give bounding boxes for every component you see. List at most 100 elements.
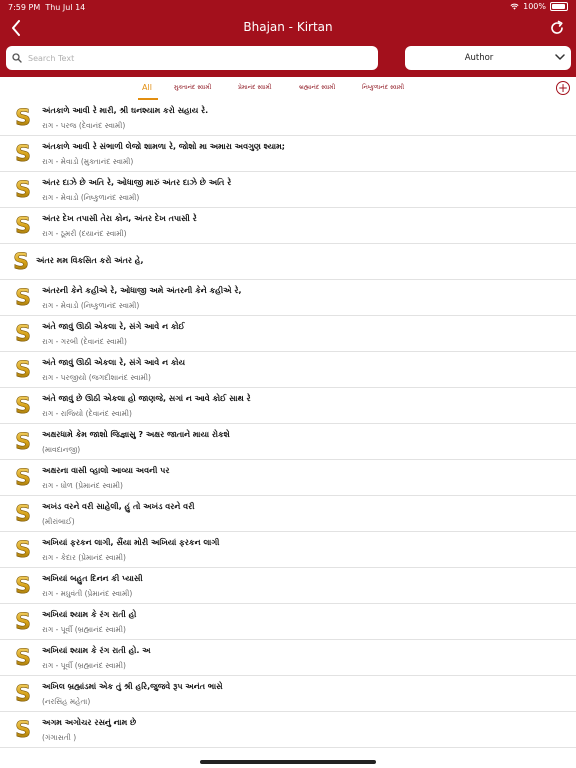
svg-text:S: S <box>15 539 31 561</box>
item-subtitle: રાગ - પરજ (દેવાનંદ સ્વામી) <box>42 121 126 130</box>
author-dropdown[interactable]: Author <box>405 46 571 70</box>
tab-premanand[interactable]: પ્રેમાનંદ સ્વામી <box>238 84 271 92</box>
s-logo-icon: S <box>12 502 34 526</box>
svg-text:S: S <box>15 431 31 453</box>
list-item[interactable]: S અખંડ વરને વરી સાહેલી, હું તો અખંડ વરને … <box>0 496 576 532</box>
svg-text:S: S <box>15 683 31 705</box>
status-bar: 7:59 PM Thu Jul 14 100% <box>0 0 576 14</box>
list-item[interactable]: S અખિયાં ફરકન લાગી, સૈંયા મોરી અખિયાં ફરક… <box>0 532 576 568</box>
search-box[interactable] <box>6 46 378 70</box>
item-title: અખંડ વરને વરી સાહેલી, હું તો અખંડ વરને વ… <box>42 502 195 511</box>
list-item[interactable]: S અક્ષરના વાસી વ્હાલો આવ્યા અવની પર રાગ - … <box>0 460 576 496</box>
list-item[interactable]: S અંતરની કેને કહીએ રે, ઓધાજી અમે અંતરની ક… <box>0 280 576 316</box>
status-clock: 7:59 PM <box>8 3 41 12</box>
item-title: અગમ અગોચર રસનું નામ છે <box>42 718 137 727</box>
item-title: અંતે જાવું ઊઠી એકલા રે, સંગે આવે ન કોઈ <box>42 322 185 331</box>
svg-text:S: S <box>15 611 31 633</box>
item-title: અક્ષરના વાસી વ્હાલો આવ્યા અવની પર <box>42 466 170 475</box>
s-logo-icon: S <box>12 610 34 634</box>
svg-text:S: S <box>15 719 31 741</box>
tab-all[interactable]: All <box>142 83 152 92</box>
item-title: અંતે જાવું ઊઠી એકલા રે, સંગે આવે ન કોય <box>42 358 186 367</box>
s-logo-icon: S <box>12 106 34 130</box>
list-item[interactable]: S અંતર દાઝે છે અતિ રે, ઓધાજી મારું અંતર દ… <box>0 172 576 208</box>
item-title: અંતકાળે આવી રે સંભાળી લેજો શામળા રે, જોશ… <box>42 142 285 151</box>
item-subtitle: (નરસિંહ મહેતા) <box>42 697 91 706</box>
plus-icon: + <box>557 81 569 95</box>
list-item[interactable]: S અંતર મમ વિકસિત કરો અંતર હે, <box>0 244 576 280</box>
list-item[interactable]: S અખિયાં શ્યામ કે રંગ રાતી હો. અ રાગ - પૂર… <box>0 640 576 676</box>
page-title: Bhajan - Kirtan <box>243 20 333 34</box>
item-subtitle: રાગ - પૂર્વી (બ્રહ્માનંદ સ્વામી) <box>42 661 126 670</box>
item-subtitle: રાગ - ધોળ (પ્રેમાનંદ સ્વામી) <box>42 481 123 490</box>
svg-text:S: S <box>15 647 31 669</box>
svg-text:S: S <box>15 143 31 165</box>
s-logo-icon: S <box>12 574 34 598</box>
battery-icon <box>550 2 568 11</box>
home-indicator <box>200 760 376 764</box>
item-subtitle: રાગ - મેવાડો (મુક્તાનંદ સ્વામી) <box>42 157 134 166</box>
tab-brahmanand[interactable]: બ્રહ્માનંદ સ્વામી <box>299 84 335 92</box>
tab-nishkulanand[interactable]: નિષ્કુળાનંદ સ્વામી <box>362 84 404 92</box>
s-logo-icon: S <box>12 646 34 670</box>
item-title: અંતે જાવું છે ઊઠી એકલા હો જાણજે, સગાં ન … <box>42 394 251 403</box>
svg-text:S: S <box>15 215 31 237</box>
item-subtitle: રાગ - મેવાડો (નિષ્કુળાનંદ સ્વામી) <box>42 193 140 202</box>
item-subtitle: રાગ - પરજીયો (જગદીશાનંદ સ્વામી) <box>42 373 151 382</box>
s-logo-icon: S <box>10 250 32 274</box>
bhajan-list: S અંતકાળે આવી રે મારી, શ્રી ઘનશ્યામ કરો સ… <box>0 100 576 768</box>
item-title: અંતર દેખ તપાસી તેરા કોન, અંતર દેખ તપાસી … <box>42 214 197 223</box>
item-subtitle: રાગ - રાજિયો (દેવાનંદ સ્વામી) <box>42 409 132 418</box>
svg-text:S: S <box>13 251 29 273</box>
chevron-down-icon <box>555 54 565 60</box>
s-logo-icon: S <box>12 214 34 238</box>
s-logo-icon: S <box>12 142 34 166</box>
svg-text:S: S <box>15 395 31 417</box>
list-item[interactable]: S અખિલ બ્રહ્માંડમાં એક તું શ્રી હરિ,જુજવે… <box>0 676 576 712</box>
s-logo-icon: S <box>12 394 34 418</box>
item-title: અખિયાં શ્યામ કે રંગ રાતી હો. અ <box>42 646 151 655</box>
author-dropdown-label: Author <box>464 53 494 63</box>
list-item[interactable]: S અંતર દેખ તપાસી તેરા કોન, અંતર દેખ તપાસી… <box>0 208 576 244</box>
svg-text:S: S <box>15 575 31 597</box>
item-title: અંતરની કેને કહીએ રે, ઓધાજી અમે અંતરની કે… <box>42 286 242 295</box>
item-subtitle: રાગ - ઠૂમરી (દયાનંદ સ્વામી) <box>42 229 127 238</box>
svg-text:S: S <box>15 359 31 381</box>
s-logo-icon: S <box>12 682 34 706</box>
wifi-icon <box>510 3 519 10</box>
item-title: અંતકાળે આવી રે મારી, શ્રી ઘનશ્યામ કરો સહ… <box>42 106 209 115</box>
item-subtitle: રાગ - મધુવંતી (પ્રેમાનંદ સ્વામી) <box>42 589 133 598</box>
list-item[interactable]: S અંતકાળે આવી રે મારી, શ્રી ઘનશ્યામ કરો સ… <box>0 100 576 136</box>
item-title: અક્ષરધામે કેમ જાશો જિજ્ઞાસુ ? અક્ષર જાતા… <box>42 430 230 439</box>
list-item[interactable]: S અંતે જાવું ઊઠી એકલા રે, સંગે આવે ન કોઈ ર… <box>0 316 576 352</box>
add-button[interactable]: + <box>556 81 570 95</box>
search-input[interactable] <box>28 48 358 68</box>
s-logo-icon: S <box>12 322 34 346</box>
list-item[interactable]: S અગમ અગોચર રસનું નામ છે (ગંગાસતી ) <box>0 712 576 748</box>
list-item[interactable]: S અંતે જાવું છે ઊઠી એકલા હો જાણજે, સગાં ન… <box>0 388 576 424</box>
item-subtitle: (ગંગાસતી ) <box>42 733 77 742</box>
author-tabs: All મુક્તાનંદ સ્વામી પ્રેમાનંદ સ્વામી બ્… <box>0 77 576 100</box>
list-item[interactable]: S અખિયાં શ્યામ કે રંગ રાતી હો રાગ - પૂર્વી… <box>0 604 576 640</box>
item-subtitle: (મીરાંબાઈ) <box>42 517 75 526</box>
item-title: અખિયાં ફરકન લાગી, સૈંયા મોરી અખિયાં ફરકન… <box>42 538 220 547</box>
item-subtitle: (માવદાનજી) <box>42 445 81 454</box>
item-title: અખિલ બ્રહ્માંડમાં એક તું શ્રી હરિ,જુજવે … <box>42 682 223 691</box>
tab-muktanand[interactable]: મુક્તાનંદ સ્વામી <box>174 84 211 92</box>
svg-text:S: S <box>15 107 31 129</box>
svg-text:S: S <box>15 287 31 309</box>
list-item[interactable]: S અક્ષરધામે કેમ જાશો જિજ્ઞાસુ ? અક્ષર જાત… <box>0 424 576 460</box>
status-time: 7:59 PM Thu Jul 14 <box>8 3 85 12</box>
svg-text:S: S <box>15 179 31 201</box>
item-subtitle: રાગ - કેદાર (પ્રેમાનંદ સ્વામી) <box>42 553 126 562</box>
refresh-icon <box>551 20 563 34</box>
list-item[interactable]: S અખિયાં બહુત દિનન કી પ્યાસી રાગ - મધુવંતી… <box>0 568 576 604</box>
title-bar: Bhajan - Kirtan <box>0 14 576 42</box>
list-item[interactable]: S અંતે જાવું ઊઠી એકલા રે, સંગે આવે ન કોય ર… <box>0 352 576 388</box>
list-item[interactable]: S અંતકાળે આવી રે સંભાળી લેજો શામળા રે, જો… <box>0 136 576 172</box>
item-title: અંતર દાઝે છે અતિ રે, ઓધાજી મારું અંતર દા… <box>42 178 232 187</box>
svg-text:S: S <box>15 503 31 525</box>
battery-percent: 100% <box>523 2 546 11</box>
refresh-button[interactable] <box>546 17 568 39</box>
item-title: અંતર મમ વિકસિત કરો અંતર હે, <box>36 256 144 265</box>
